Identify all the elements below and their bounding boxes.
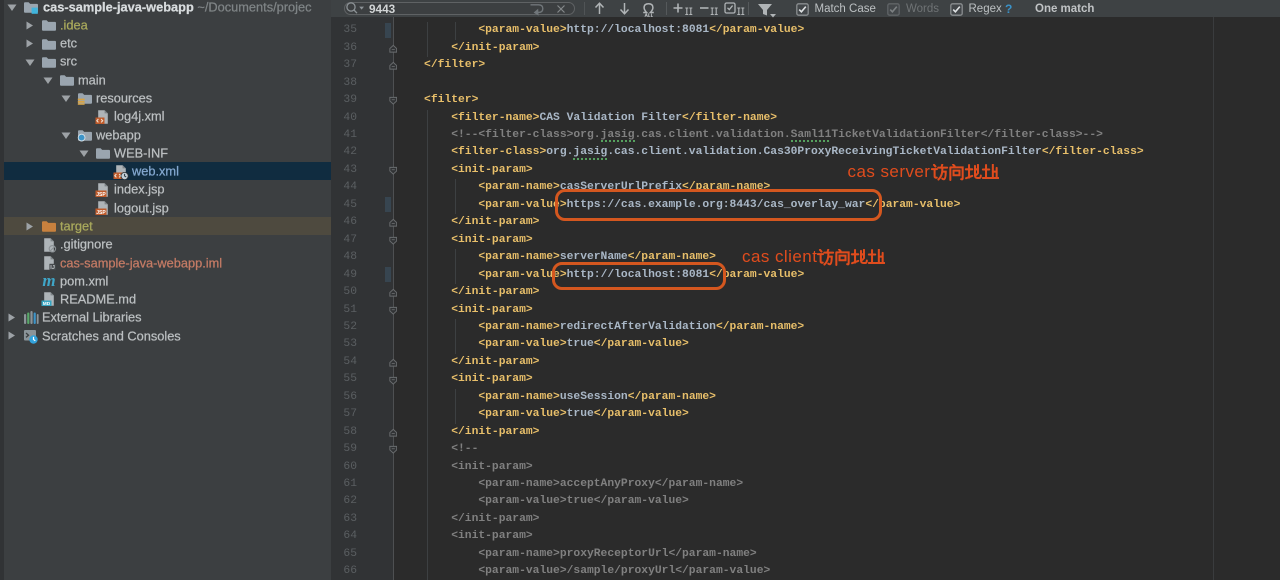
svg-text:JSP: JSP: [96, 192, 106, 198]
svg-text:m: m: [42, 273, 55, 289]
svg-text:MD: MD: [43, 302, 51, 308]
svg-text:IJ: IJ: [50, 265, 55, 271]
svg-text:JSP: JSP: [96, 210, 106, 216]
